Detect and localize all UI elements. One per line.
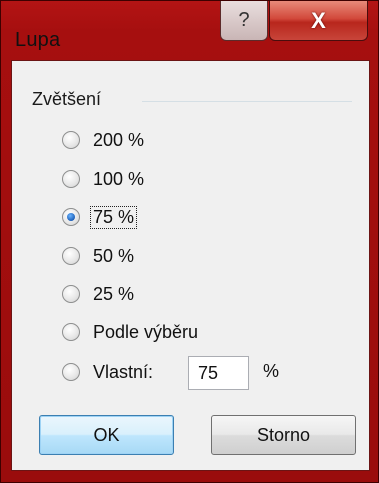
radio-button[interactable]: [62, 323, 80, 341]
zoom-group-label: Zvětšení: [32, 89, 106, 110]
title-bar[interactable]: Lupa ? X: [1, 1, 379, 57]
zoom-dialog: Lupa ? X Zvětšení 200 % 100 % 75 % 50 % …: [0, 0, 379, 483]
custom-zoom-input[interactable]: [188, 356, 249, 390]
dialog-title: Lupa: [15, 29, 61, 51]
radio-label[interactable]: 25 %: [91, 284, 136, 305]
radio-button-selected[interactable]: [62, 208, 80, 226]
dialog-body: Zvětšení 200 % 100 % 75 % 50 % 25 % Podl…: [11, 60, 370, 471]
radio-label[interactable]: 200 %: [91, 130, 146, 151]
radio-option-25[interactable]: 25 %: [62, 279, 136, 309]
radio-label[interactable]: Podle výběru: [91, 322, 200, 343]
close-icon: X: [311, 7, 326, 33]
radio-label[interactable]: 50 %: [91, 246, 136, 267]
radio-option-custom[interactable]: Vlastní:: [62, 357, 155, 387]
close-button[interactable]: X: [269, 1, 368, 41]
radio-option-50[interactable]: 50 %: [62, 241, 136, 271]
group-divider: [142, 101, 352, 102]
radio-label[interactable]: 75 %: [89, 205, 138, 229]
radio-option-fit-selection[interactable]: Podle výběru: [62, 317, 200, 347]
radio-label[interactable]: 100 %: [91, 169, 146, 190]
radio-button[interactable]: [62, 363, 80, 381]
radio-option-75[interactable]: 75 %: [62, 202, 138, 232]
question-mark-icon: ?: [238, 9, 250, 31]
radio-option-200[interactable]: 200 %: [62, 125, 146, 155]
radio-button[interactable]: [62, 170, 80, 188]
radio-option-100[interactable]: 100 %: [62, 164, 146, 194]
radio-button[interactable]: [62, 285, 80, 303]
help-button[interactable]: ?: [220, 1, 268, 41]
percent-unit-label: %: [263, 361, 280, 381]
ok-button[interactable]: OK: [39, 415, 174, 455]
radio-label[interactable]: Vlastní:: [91, 362, 155, 383]
radio-button[interactable]: [62, 131, 80, 149]
radio-button[interactable]: [62, 247, 80, 265]
cancel-button[interactable]: Storno: [211, 415, 356, 455]
